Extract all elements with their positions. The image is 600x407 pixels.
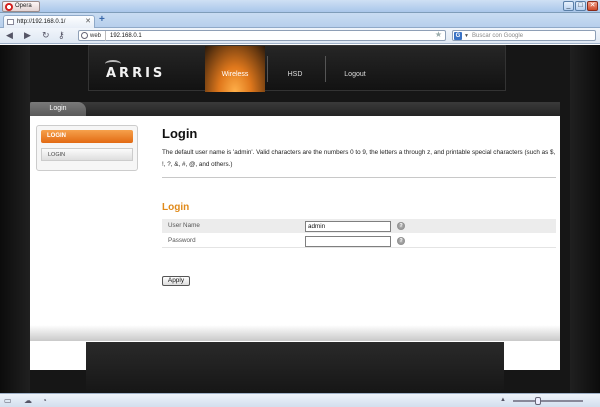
page-tab-strip: Login — [30, 102, 560, 116]
navigation-bar: ◀ ▶ ↻ ⚷ web 192.168.0.1 ★ G ▼ Buscar con… — [0, 28, 600, 44]
google-icon[interactable]: G — [454, 32, 462, 40]
window-controls: _ □ ✕ — [563, 1, 598, 11]
background-right — [570, 45, 600, 393]
chevron-down-icon[interactable]: ▼ — [464, 31, 469, 41]
divider — [162, 177, 556, 178]
panel-footer — [30, 325, 560, 341]
opera-logo-icon — [5, 3, 13, 11]
menu-hsd[interactable]: HSD — [265, 46, 325, 92]
status-bar: ▭ ☁ ◔ ▲ — [0, 393, 600, 407]
zoom-up-icon[interactable]: ▲ — [500, 396, 506, 405]
page-icon — [7, 19, 14, 25]
address-prefix: web — [81, 31, 107, 41]
minimize-button[interactable]: _ — [563, 1, 574, 11]
arris-logo: ARRIS — [106, 66, 166, 81]
search-box[interactable]: G ▼ Buscar con Google — [452, 30, 596, 41]
key-icon[interactable]: ⚷ — [58, 30, 65, 41]
cloud-icon[interactable]: ☁ — [24, 396, 32, 405]
browser-tab[interactable]: http://192.168.0.1/ ✕ — [3, 15, 95, 28]
zoom-slider-handle[interactable] — [535, 397, 541, 405]
username-label: User Name — [168, 222, 200, 229]
footer-background — [86, 342, 504, 393]
password-label: Password — [168, 237, 196, 244]
page-description: The default user name is 'admin'. Valid … — [162, 149, 556, 168]
tab-close-icon[interactable]: ✕ — [85, 16, 91, 28]
username-row: User Name ? — [162, 219, 556, 233]
menu-logout[interactable]: Logout — [325, 46, 385, 92]
section-title: Login — [162, 202, 190, 213]
address-bar[interactable]: web 192.168.0.1 ★ — [78, 30, 446, 41]
maximize-button[interactable]: □ — [575, 1, 586, 11]
help-icon[interactable]: ? — [397, 222, 405, 230]
sidebar-item-login-active[interactable]: LOGIN — [41, 130, 133, 143]
address-url[interactable]: 192.168.0.1 — [110, 31, 142, 41]
sidebar-item-login[interactable]: LOGIN — [41, 148, 133, 161]
search-input[interactable]: Buscar con Google — [472, 31, 523, 41]
opera-menu-button[interactable]: Opera — [2, 1, 40, 12]
panel-toggle-icon[interactable]: ▭ — [4, 396, 12, 405]
tab-title: http://192.168.0.1/ — [17, 19, 66, 25]
username-input[interactable] — [305, 221, 391, 232]
background-left — [0, 45, 30, 393]
tab-login[interactable]: Login — [30, 102, 86, 116]
sidebar: LOGIN LOGIN — [36, 125, 138, 171]
password-row: Password ? — [162, 234, 556, 248]
speed-dial-icon[interactable]: ◔ — [42, 396, 47, 405]
router-header: ARRIS Wireless HSD Logout — [88, 45, 506, 92]
page-title: Login — [162, 126, 198, 141]
new-tab-button[interactable]: + — [99, 15, 105, 25]
help-icon[interactable]: ? — [397, 237, 405, 245]
apply-button[interactable]: Apply — [162, 276, 190, 286]
close-window-button[interactable]: ✕ — [587, 1, 598, 11]
zoom-slider[interactable] — [513, 400, 583, 402]
tab-bar: http://192.168.0.1/ ✕ + — [0, 13, 600, 28]
globe-icon — [81, 32, 88, 39]
password-input[interactable] — [305, 236, 391, 247]
reload-icon[interactable]: ↻ — [42, 30, 50, 41]
window-titlebar: Opera _ □ ✕ — [0, 0, 600, 13]
back-icon[interactable]: ◀ — [6, 30, 13, 41]
bookmark-star-icon[interactable]: ★ — [435, 30, 442, 39]
forward-icon[interactable]: ▶ — [24, 30, 31, 41]
menu-wireless[interactable]: Wireless — [205, 46, 265, 92]
